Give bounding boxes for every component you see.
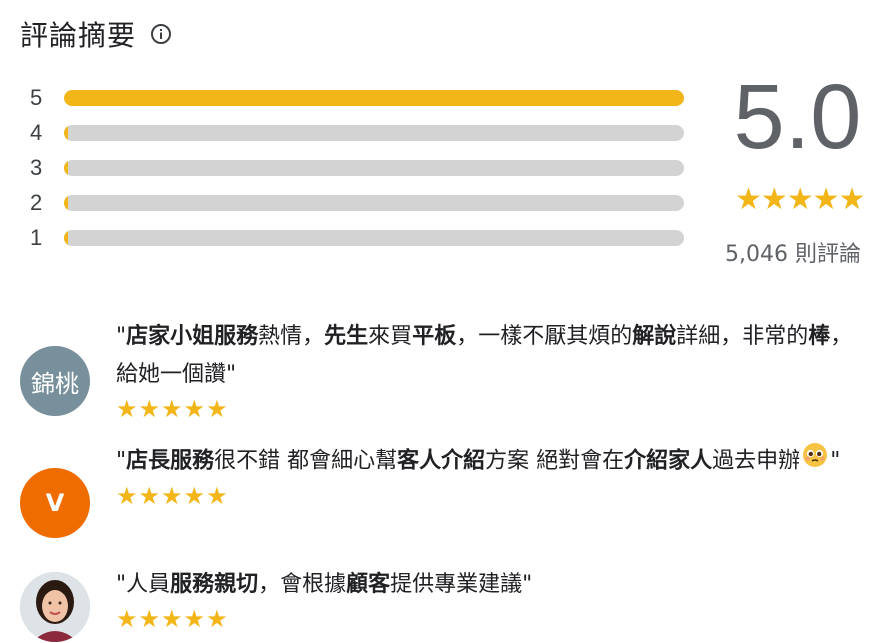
review-stars: ★★★★★ — [116, 395, 229, 423]
rating-row-1[interactable]: 1 — [30, 220, 690, 255]
review-body: "店長服務很不錯 都會細心幫客人介紹方案 絕對會在介紹家人過去申辦 " ★★★★★ — [116, 442, 871, 509]
rating-label: 1 — [30, 224, 43, 250]
rating-distribution: 5 4 3 2 1 — [30, 80, 690, 255]
rating-label: 4 — [30, 119, 43, 145]
review-text: "人員服務親切，會根據顧客提供專業建議" — [116, 572, 533, 597]
review-stars: ★★★★★ — [116, 605, 229, 633]
average-score: 5.0 — [733, 66, 862, 168]
avatar-initials: V — [45, 489, 65, 517]
review-body: "店家小姐服務熱情，先生來買平板，一樣不厭其煩的解說詳細，非常的棒，給她一個讚"… — [116, 318, 871, 422]
rating-row-5[interactable]: 5 — [30, 80, 690, 115]
review-summary-header: 評論摘要 — [20, 14, 172, 54]
rating-bar-fill — [64, 124, 68, 141]
person-photo — [20, 572, 90, 642]
info-icon[interactable] — [150, 23, 172, 45]
rating-bar-fill — [64, 159, 68, 176]
rating-row-4[interactable]: 4 — [30, 115, 690, 150]
review-body: "人員服務親切，會根據顧客提供專業建議" ★★★★★ — [116, 566, 871, 632]
avatar[interactable]: V — [20, 468, 90, 538]
avatar[interactable]: 錦桃 — [20, 346, 90, 416]
rating-bar-track — [64, 124, 684, 141]
review-count-link[interactable]: 5,046 則評論 — [725, 236, 861, 268]
rating-row-3[interactable]: 3 — [30, 150, 690, 185]
rating-label: 3 — [30, 154, 43, 180]
page-title: 評論摘要 — [20, 19, 137, 52]
rating-bar-fill — [64, 229, 68, 246]
pleading-face-emoji — [802, 442, 828, 481]
rating-label: 5 — [30, 84, 43, 110]
rating-bar-fill — [64, 89, 684, 106]
rating-bar-track — [64, 229, 684, 246]
rating-bar-track — [64, 89, 684, 106]
average-stars: ★★★★★ — [735, 182, 865, 217]
rating-bar-track — [64, 194, 684, 211]
avatar[interactable] — [20, 572, 90, 642]
rating-label: 2 — [30, 189, 43, 215]
review-text: "店長服務很不錯 都會細心幫客人介紹方案 絕對會在介紹家人過去申辦 " — [116, 442, 871, 481]
review-text: "店家小姐服務熱情，先生來買平板，一樣不厭其煩的解說詳細，非常的棒，給她一個讚" — [116, 324, 853, 387]
rating-bar-fill — [64, 194, 68, 211]
avatar-initials: 錦桃 — [31, 369, 79, 398]
rating-row-2[interactable]: 2 — [30, 185, 690, 220]
rating-bar-track — [64, 159, 684, 176]
review-stars: ★★★★★ — [116, 482, 229, 510]
